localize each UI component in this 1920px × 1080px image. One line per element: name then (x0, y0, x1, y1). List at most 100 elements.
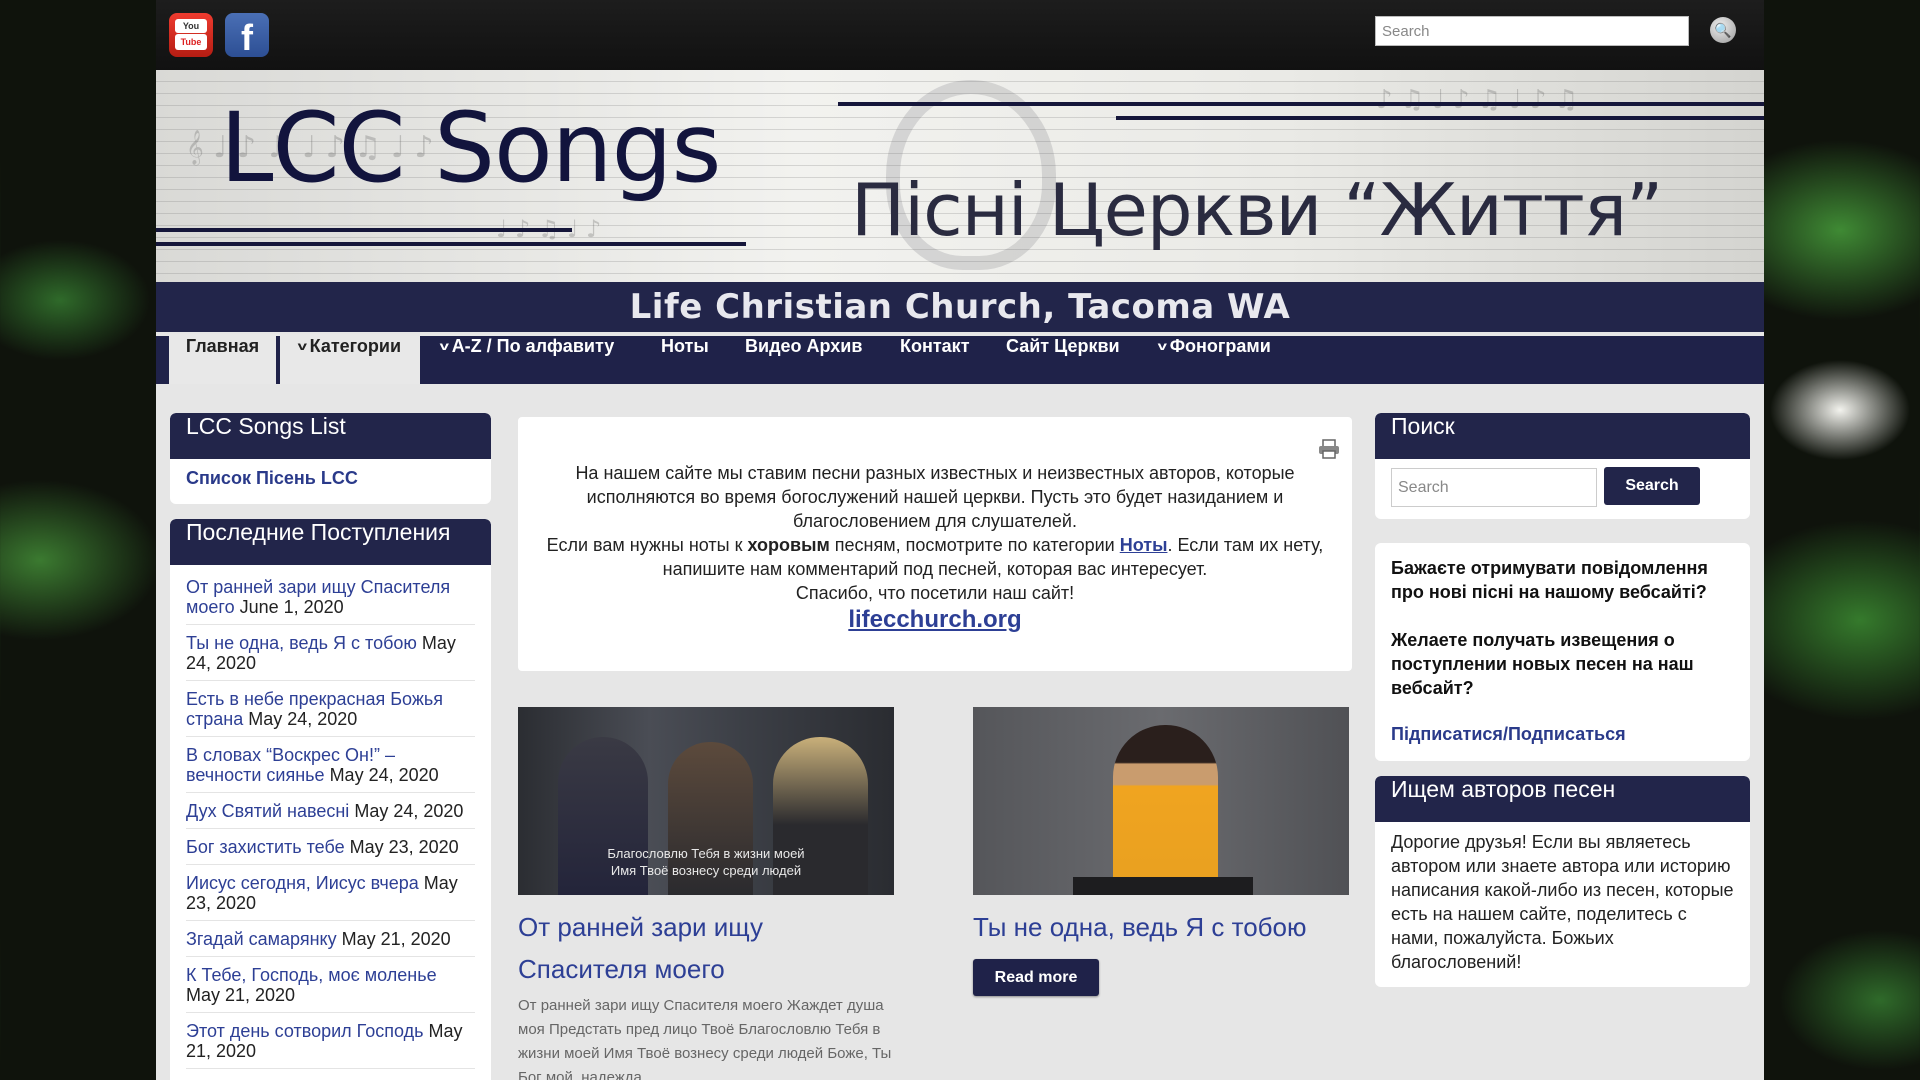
intro-bold-text: хоровым (747, 535, 830, 555)
nav-item-label: Фонограми (1169, 336, 1271, 356)
recent-posts-list: От ранней зари ищу Спасителя моего June … (170, 565, 491, 1069)
subscribe-text: Желаете получать извещения о поступлении… (1391, 630, 1694, 698)
recent-post-date: May 21, 2020 (186, 985, 296, 1005)
post-thumbnail[interactable]: Благословлю Тебя в жизни моей Имя Твоё в… (518, 707, 894, 895)
widget-title: Поиск (1375, 413, 1750, 459)
intro-paragraph: Спасибо, что посетили наш сайт! (795, 583, 1075, 603)
authors-widget: Ищем авторов песен Дорогие друзья! Если … (1375, 776, 1750, 987)
list-item: От ранней зари ищу Спасителя моего June … (186, 569, 475, 625)
main-nav: Главная v Категории v A-Z / По алфавиту Но… (156, 334, 1764, 384)
banner-line (1116, 116, 1764, 120)
church-name-bar: Life Christian Church, Tacoma WA (156, 282, 1764, 332)
video-caption-line: Благословлю Тебя в жизни моей (607, 846, 805, 861)
notes-category-link[interactable]: Ноты (1120, 535, 1168, 555)
recent-post-link[interactable]: Иисус сегодня, Иисус вчера (186, 873, 419, 893)
chevron-down-icon: v (439, 339, 450, 353)
songs-list-link[interactable]: Список Пісень LCC (170, 459, 491, 498)
nav-item-label: Главная (185, 336, 260, 356)
recent-post-date: May 24, 2020 (354, 801, 464, 821)
recent-post-link[interactable]: Дух Святий навесні (186, 801, 349, 821)
list-item: Дух Святий навесні May 24, 2020 (186, 793, 475, 829)
list-item: Бог захистить тебе May 23, 2020 (186, 829, 475, 865)
intro-text-span: Если вам нужны ноты к (546, 535, 748, 555)
site-banner: 𝄞 ♩ ♪ ♫ ♩ ♪ ♫ ♩ ♪ ♩ ♪ ♫ ♩ ♪ ♪ ♫ ♩ ♪ ♫ ♩ … (156, 70, 1764, 282)
church-site-link[interactable]: lifecchurch.org (538, 605, 1332, 635)
intro-panel: На нашем сайте мы ставим песни разных из… (518, 417, 1352, 671)
list-item: К Тебе, Господь, моє моленье May 21, 202… (186, 957, 475, 1013)
youtube-icon[interactable]: You Tube (169, 13, 213, 57)
print-icon[interactable] (1318, 439, 1340, 459)
youtube-icon-text-top: You (175, 19, 207, 33)
subscribe-text: Бажаєте отримувати повідомлення про нові… (1391, 558, 1708, 602)
sidebar-search-input[interactable] (1391, 468, 1597, 507)
read-more-button[interactable]: Read more (973, 959, 1099, 996)
nav-item-a-z[interactable]: v A-Z / По алфавиту (439, 336, 615, 384)
intro-paragraph: Если вам нужны ноты к хоровым песням, по… (538, 533, 1332, 581)
nav-item-label: Контакт (900, 336, 970, 356)
recent-post-link[interactable]: К Тебе, Господь, моє моленье (186, 965, 437, 985)
recent-post-date: May 24, 2020 (329, 765, 439, 785)
widget-title: Ищем авторов песен (1375, 776, 1750, 822)
recent-post-date: May 21, 2020 (341, 929, 451, 949)
page-container: You Tube f 🔍 𝄞 ♩ ♪ ♫ ♩ ♪ ♫ ♩ ♪ ♩ ♪ ♫ ♩ ♪… (156, 0, 1764, 1080)
list-item: Ты не одна, ведь Я с тобою May 24, 2020 (186, 625, 475, 681)
singer-figure (1113, 725, 1218, 895)
nav-item-home[interactable]: Главная (169, 336, 276, 384)
recent-post-link[interactable]: Ты не одна, ведь Я с тобою (186, 633, 417, 653)
search-widget: Поиск Search (1375, 413, 1750, 519)
top-bar: You Tube f 🔍 (156, 0, 1764, 70)
widget-title: Последние Поступления (170, 519, 491, 565)
post-thumbnail[interactable] (973, 707, 1349, 895)
list-item: В словах “Воскрес Он!” – вечности сиянье… (186, 737, 475, 793)
list-item: Згадай самарянку May 21, 2020 (186, 921, 475, 957)
subscribe-widget: Бажаєте отримувати повідомлення про нові… (1375, 543, 1750, 761)
nav-item-contact[interactable]: Контакт (900, 336, 970, 384)
nav-item-label: A-Z / По алфавиту (451, 336, 615, 356)
authors-text: Дорогие друзья! Если вы являетесь авторо… (1391, 832, 1734, 972)
chevron-down-icon: v (1157, 339, 1168, 353)
subscribe-link[interactable]: Підписатися/Подписаться (1391, 724, 1734, 745)
list-item: Этот день сотворил Господь May 21, 2020 (186, 1013, 475, 1069)
nav-item-video-archive[interactable]: Видео Архив (745, 336, 862, 384)
recent-post-link[interactable]: Бог захистить тебе (186, 837, 345, 857)
intro-text: На нашем сайте мы ставим песни разных из… (538, 461, 1332, 635)
nav-item-label: Сайт Церкви (1006, 336, 1120, 356)
post-excerpt: От ранней зари ищу Спасителя моего Жажде… (518, 997, 892, 1080)
list-item: Есть в небе прекрасная Божья страна May … (186, 681, 475, 737)
recent-posts-widget: Последние Поступления От ранней зари ищу… (170, 519, 491, 1080)
nav-item-notes[interactable]: Ноты (661, 336, 709, 384)
list-item: Иисус сегодня, Иисус вчера May 23, 2020 (186, 865, 475, 921)
nav-item-label: Категории (309, 336, 402, 356)
top-search-input[interactable] (1375, 16, 1689, 46)
recent-post-date: June 1, 2020 (239, 597, 344, 617)
banner-line (838, 102, 1764, 106)
nav-item-church-site[interactable]: Сайт Церкви (1006, 336, 1120, 384)
banner-line (156, 242, 746, 246)
search-icon[interactable]: 🔍 (1710, 17, 1736, 43)
sidebar-search-button[interactable]: Search (1604, 467, 1700, 505)
post-title-link[interactable]: Ты не одна, ведь Я с тобою (973, 906, 1349, 948)
facebook-icon[interactable]: f (225, 13, 269, 58)
songs-list-widget: LCC Songs List Список Пісень LCC (170, 413, 491, 504)
nav-item-backing-tracks[interactable]: v Фонограми (1157, 336, 1271, 384)
site-title[interactable]: LCC Songs (220, 92, 722, 204)
recent-post-link[interactable]: Этот день сотворил Господь (186, 1021, 423, 1041)
nav-item-categories[interactable]: v Категории (280, 336, 420, 384)
banner-line (156, 228, 572, 232)
video-caption: Благословлю Тебя в жизни моей Имя Твоё в… (518, 845, 894, 879)
recent-post-date: May 24, 2020 (248, 709, 358, 729)
recent-post-link[interactable]: Згадай самарянку (186, 929, 337, 949)
intro-text-span: песням, посмотрите по категории (829, 535, 1120, 555)
site-subtitle: Пісні Церкви “Життя” (851, 168, 1663, 252)
podium (1073, 877, 1253, 895)
chevron-down-icon: v (297, 339, 307, 353)
nav-item-label: Видео Архив (745, 336, 863, 356)
widget-title: LCC Songs List (170, 413, 491, 459)
youtube-icon-text-bottom: Tube (175, 34, 207, 50)
recent-post-date: May 23, 2020 (349, 837, 459, 857)
intro-paragraph: На нашем сайте мы ставим песни разных из… (575, 463, 1295, 531)
post-title-link[interactable]: От ранней зари ищу Спасителя моего (518, 906, 878, 990)
banner-background-decoration: ♪ ♫ ♩ ♪ ♫ ♩ ♪ ♫ (1376, 85, 1579, 115)
nav-item-label: Ноты (661, 336, 709, 356)
video-caption-line: Имя Твоё вознесу среди людей (610, 863, 802, 878)
